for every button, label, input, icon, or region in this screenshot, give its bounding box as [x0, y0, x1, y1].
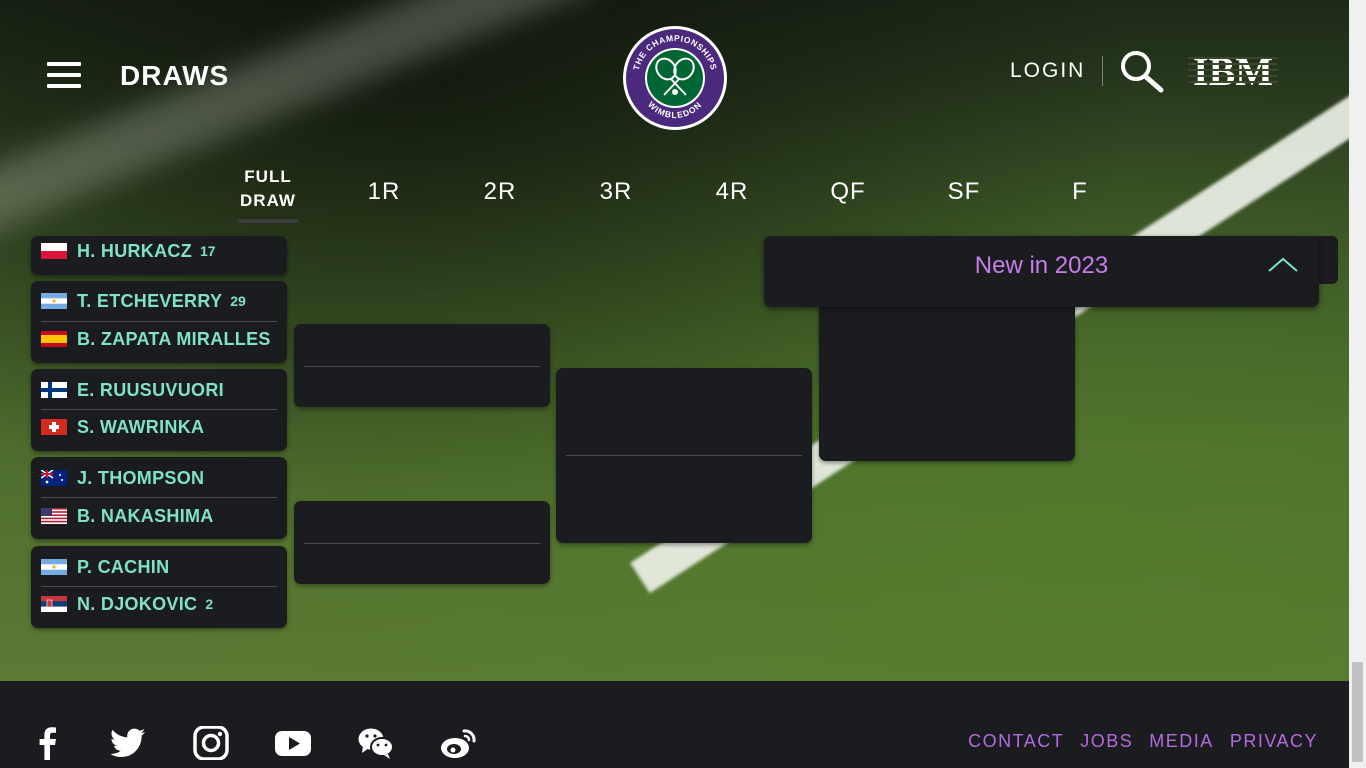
player-name: S. WAWRINKA: [77, 416, 205, 437]
tab-3r[interactable]: 3R: [576, 178, 656, 206]
menu-icon[interactable]: [47, 62, 81, 90]
round-tabs: FULL DRAW 1R 2R 3R 4R QF SF F: [0, 160, 1349, 223]
tab-f[interactable]: F: [1040, 178, 1120, 206]
player-name: B. ZAPATA MIRALLES: [77, 328, 271, 349]
argentina-flag-icon: [41, 293, 67, 309]
tab-2r[interactable]: 2R: [460, 178, 540, 206]
player-name: P. CACHIN: [77, 556, 170, 577]
serbia-flag-icon: [41, 596, 67, 612]
scrollbar-thumb[interactable]: [1352, 662, 1363, 762]
tab-4r[interactable]: 4R: [692, 178, 772, 206]
player-name: N. DJOKOVIC: [77, 593, 198, 614]
match-card[interactable]: E. RUUSUVUORI S. WAWRINKA: [31, 369, 287, 451]
ibm-logo[interactable]: IBM: [1188, 52, 1278, 90]
switzerland-flag-icon: [41, 419, 67, 435]
empty-match-card[interactable]: [819, 280, 1075, 461]
weibo-icon[interactable]: [440, 726, 476, 760]
poland-flag-icon: [41, 243, 67, 259]
usa-flag-icon: [41, 508, 67, 524]
footer-link-media[interactable]: MEDIA: [1149, 731, 1214, 752]
page-title: DRAWS: [120, 60, 230, 91]
tab-qf[interactable]: QF: [808, 178, 888, 206]
search-icon[interactable]: [1118, 48, 1166, 94]
player-name: J. THOMPSON: [77, 467, 205, 488]
argentina-flag-icon: [41, 559, 67, 575]
empty-match-card[interactable]: [294, 324, 550, 407]
player-seed: 2: [205, 596, 214, 612]
player-row[interactable]: H. HURKACZ 17: [41, 240, 216, 262]
tab-full-draw[interactable]: FULL DRAW: [228, 165, 308, 223]
match-divider: [41, 409, 277, 410]
match-card[interactable]: P. CACHIN N. DJOKOVIC 2: [31, 546, 287, 628]
new-panel-label: New in 2023: [974, 252, 1109, 279]
footer-link-privacy[interactable]: PRIVACY: [1230, 731, 1318, 752]
instagram-icon[interactable]: [193, 726, 229, 760]
player-row[interactable]: B. ZAPATA MIRALLES: [41, 328, 271, 350]
player-row[interactable]: T. ETCHEVERRY 29: [41, 290, 246, 312]
page-scrollbar[interactable]: [1349, 0, 1366, 768]
empty-match-card[interactable]: [294, 501, 550, 584]
match-divider: [41, 497, 277, 498]
match-card[interactable]: H. HURKACZ 17: [31, 236, 287, 275]
empty-match-card[interactable]: [556, 368, 812, 543]
footer-link-contact[interactable]: CONTACT: [968, 731, 1064, 752]
australia-flag-icon: [41, 470, 67, 486]
player-name: H. HURKACZ: [77, 240, 192, 261]
player-name: T. ETCHEVERRY: [77, 290, 223, 311]
tab-sf[interactable]: SF: [924, 178, 1004, 206]
player-seed: 17: [200, 243, 216, 259]
match-card[interactable]: J. THOMPSON B. NAKASHIMA: [31, 457, 287, 539]
tab-full-draw-line2: DRAW: [240, 191, 296, 210]
tab-full-draw-line1: FULL: [244, 167, 292, 186]
facebook-icon[interactable]: [30, 726, 66, 760]
match-divider: [41, 586, 277, 587]
finland-flag-icon: [41, 382, 67, 398]
wechat-icon[interactable]: [358, 726, 394, 760]
spain-flag-icon: [41, 331, 67, 347]
player-row[interactable]: N. DJOKOVIC 2: [41, 593, 213, 615]
wimbledon-logo[interactable]: THE CHAMPIONSHIPS WIMBLEDON: [622, 25, 728, 131]
match-divider: [304, 543, 540, 544]
tennis-ball-icon: [672, 89, 678, 95]
match-divider: [304, 366, 540, 367]
twitter-icon[interactable]: [111, 726, 147, 760]
chevron-up-icon[interactable]: [1267, 256, 1299, 274]
youtube-icon[interactable]: [275, 726, 311, 760]
footer-links: CONTACT JOBS MEDIA PRIVACY: [968, 731, 1318, 752]
player-seed: 29: [230, 293, 246, 309]
player-row[interactable]: E. RUUSUVUORI: [41, 379, 224, 401]
tab-1r[interactable]: 1R: [344, 178, 424, 206]
player-row[interactable]: P. CACHIN: [41, 556, 169, 578]
player-name: E. RUUSUVUORI: [77, 379, 224, 400]
match-divider: [566, 455, 802, 456]
header-divider: [1102, 56, 1103, 86]
new-in-2023-panel[interactable]: New in 2023: [764, 236, 1319, 307]
match-divider: [41, 321, 277, 322]
player-row[interactable]: S. WAWRINKA: [41, 416, 204, 438]
player-name: B. NAKASHIMA: [77, 505, 214, 526]
player-row[interactable]: J. THOMPSON: [41, 467, 204, 489]
match-card[interactable]: T. ETCHEVERRY 29 B. ZAPATA MIRALLES: [31, 281, 287, 363]
login-link[interactable]: LOGIN: [1010, 59, 1085, 83]
player-row[interactable]: B. NAKASHIMA: [41, 505, 214, 527]
footer-link-jobs[interactable]: JOBS: [1080, 731, 1133, 752]
active-tab-indicator: [238, 219, 298, 223]
